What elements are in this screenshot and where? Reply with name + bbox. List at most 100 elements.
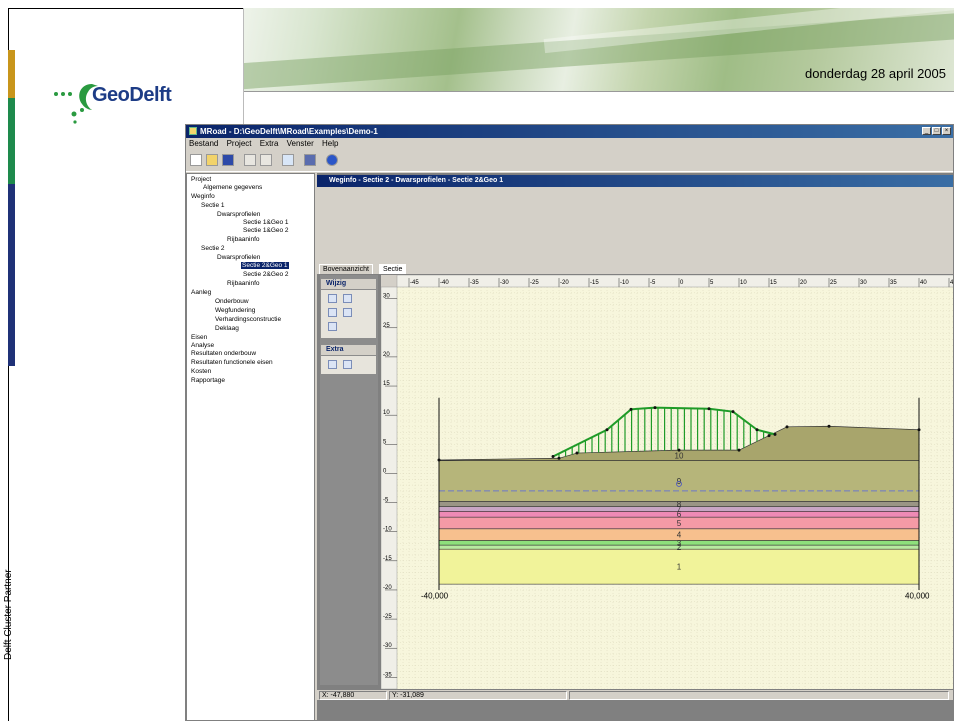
menu-project[interactable]: Project bbox=[227, 139, 252, 148]
geometry-point bbox=[551, 455, 555, 459]
banner-divider bbox=[243, 91, 954, 92]
window-controls: _ □ × bbox=[921, 127, 951, 135]
tree-item[interactable]: Onderbouw bbox=[215, 298, 249, 305]
tree-item[interactable]: Kosten bbox=[191, 368, 211, 375]
page-icon[interactable] bbox=[260, 154, 272, 166]
ruler-label: 10 bbox=[740, 280, 747, 286]
help-icon[interactable] bbox=[326, 154, 338, 166]
zoom-in-icon[interactable] bbox=[328, 308, 337, 317]
menu-venster[interactable]: Venster bbox=[287, 139, 314, 148]
ruler-label: 45 bbox=[950, 280, 954, 286]
slide-date: donderdag 28 april 2005 bbox=[805, 66, 946, 81]
tree-item[interactable]: Dwarsprofielen bbox=[217, 211, 260, 218]
geometry-point bbox=[707, 407, 711, 411]
pan-icon[interactable] bbox=[343, 294, 352, 303]
geometry-point bbox=[677, 448, 681, 452]
cross-section-chart[interactable]: -45 -40 -35 -30 -25 -20 -15 -10 -5 0 5 10 15 20 25 30 35… bbox=[381, 275, 954, 689]
geometry-point bbox=[653, 406, 657, 410]
project-tree: Project Algemene gegevens Weginfo Sectie… bbox=[186, 173, 315, 720]
menu-bestand[interactable]: Bestand bbox=[189, 139, 218, 148]
tree-item[interactable]: Verhardingsconstructie bbox=[215, 316, 281, 323]
page-icon[interactable] bbox=[244, 154, 256, 166]
open-icon[interactable] bbox=[206, 154, 218, 166]
geometry-point bbox=[773, 432, 777, 436]
menu-help[interactable]: Help bbox=[322, 139, 338, 148]
tree-item[interactable]: Sectie 2 bbox=[201, 245, 225, 252]
save-icon[interactable] bbox=[222, 154, 234, 166]
tree-item[interactable]: Sectie 2&Geo 2 bbox=[243, 271, 289, 278]
tree-item[interactable]: Deklaag bbox=[215, 325, 239, 332]
undo-icon[interactable] bbox=[328, 360, 337, 369]
select-icon[interactable] bbox=[328, 294, 337, 303]
new-icon[interactable] bbox=[190, 154, 202, 166]
ruler-label: 10 bbox=[383, 410, 390, 416]
geometry-point bbox=[557, 456, 561, 460]
status-x: X: -47,880 bbox=[319, 691, 387, 700]
menu-extra[interactable]: Extra bbox=[260, 139, 279, 148]
layer-label: 1 bbox=[677, 563, 682, 572]
tree-item[interactable]: Weginfo bbox=[191, 193, 215, 200]
ruler-label: 25 bbox=[830, 280, 837, 286]
toolbox-wijzig-title[interactable]: Wijzig bbox=[321, 279, 376, 289]
geometry-point bbox=[629, 407, 633, 411]
section-window: Weginfo - Sectie 2 - Dwarsprofielen - Se… bbox=[317, 173, 954, 720]
tab-bovenaanzicht[interactable]: Bovenaanzicht bbox=[319, 264, 373, 274]
tree-item[interactable]: Algemene gegevens bbox=[203, 184, 262, 191]
tree-item[interactable]: Project bbox=[191, 176, 211, 183]
tree-item[interactable]: Dwarsprofielen bbox=[217, 254, 260, 261]
ruler-label: 30 bbox=[860, 280, 867, 286]
zoom-out-icon[interactable] bbox=[343, 308, 352, 317]
status-bar: X: -47,880 Y: -31,089 bbox=[317, 690, 953, 700]
ruler-label: 40 bbox=[920, 280, 927, 286]
tree-item[interactable]: Sectie 1&Geo 1 bbox=[243, 219, 289, 226]
tree-item[interactable]: Eisen bbox=[191, 334, 207, 341]
geometry-point bbox=[755, 428, 759, 432]
maximize-button[interactable]: □ bbox=[932, 127, 941, 135]
tree-item-selected[interactable]: Sectie 2&Geo 1 bbox=[241, 262, 289, 269]
toolbox-wijzig-body bbox=[321, 290, 376, 338]
tree-item[interactable]: Sectie 1 bbox=[201, 202, 225, 209]
close-button[interactable]: × bbox=[942, 127, 951, 135]
ruler-label: -45 bbox=[410, 280, 419, 286]
logo-divider bbox=[243, 8, 244, 126]
view-tabs: Bovenaanzicht Sectie bbox=[317, 263, 953, 274]
tree-item[interactable]: Wegfundering bbox=[215, 307, 255, 314]
status-extra bbox=[569, 691, 949, 700]
tree-item[interactable]: Aanleg bbox=[191, 289, 211, 296]
ruler-label: -20 bbox=[560, 280, 569, 286]
toolbox-extra-body bbox=[321, 356, 376, 374]
side-label: Delft Cluster Partner bbox=[3, 569, 14, 660]
geometry-point bbox=[605, 428, 609, 432]
tree-item[interactable]: Analyse bbox=[191, 342, 214, 349]
window-title-bar[interactable]: MRoad - D:\GeoDelft\MRoad\Examples\Demo-… bbox=[186, 125, 953, 138]
list-icon[interactable] bbox=[282, 154, 294, 166]
tree-item[interactable]: Resultaten functionele eisen bbox=[191, 359, 273, 366]
tab-sectie[interactable]: Sectie bbox=[379, 264, 407, 274]
ruler-label: 15 bbox=[770, 280, 777, 286]
layer-label: 4 bbox=[677, 531, 682, 540]
calc-icon[interactable] bbox=[304, 154, 316, 166]
ruler-label: -15 bbox=[383, 556, 392, 562]
minimize-button[interactable]: _ bbox=[922, 127, 931, 135]
ruler-label: -5 bbox=[383, 498, 389, 504]
tree-item[interactable]: Rapportage bbox=[191, 377, 225, 384]
tree-item[interactable]: Rijbaaninfo bbox=[227, 236, 260, 243]
toolbox: Wijzig Extra bbox=[320, 275, 378, 685]
properties-icon[interactable] bbox=[343, 360, 352, 369]
ruler-label: 20 bbox=[800, 280, 807, 286]
logo-text: GeoDelft bbox=[92, 84, 172, 106]
zoom-extent-icon[interactable] bbox=[328, 322, 337, 331]
layer-label: 3 bbox=[677, 539, 682, 548]
section-window-title[interactable]: Weginfo - Sectie 2 - Dwarsprofielen - Se… bbox=[317, 175, 953, 187]
ruler-label: -35 bbox=[383, 672, 392, 678]
tree-item[interactable]: Resultaten onderbouw bbox=[191, 350, 256, 357]
tree-item[interactable]: Rijbaaninfo bbox=[227, 280, 260, 287]
layer-label: 5 bbox=[677, 519, 682, 528]
toolbox-extra-title[interactable]: Extra bbox=[321, 345, 376, 355]
ruler-label: -30 bbox=[383, 643, 392, 649]
ruler-label: 15 bbox=[383, 381, 390, 387]
app-icon bbox=[189, 127, 197, 135]
geometry-point bbox=[827, 424, 831, 428]
ruler-label: 20 bbox=[383, 352, 390, 358]
tree-item[interactable]: Sectie 1&Geo 2 bbox=[243, 227, 289, 234]
